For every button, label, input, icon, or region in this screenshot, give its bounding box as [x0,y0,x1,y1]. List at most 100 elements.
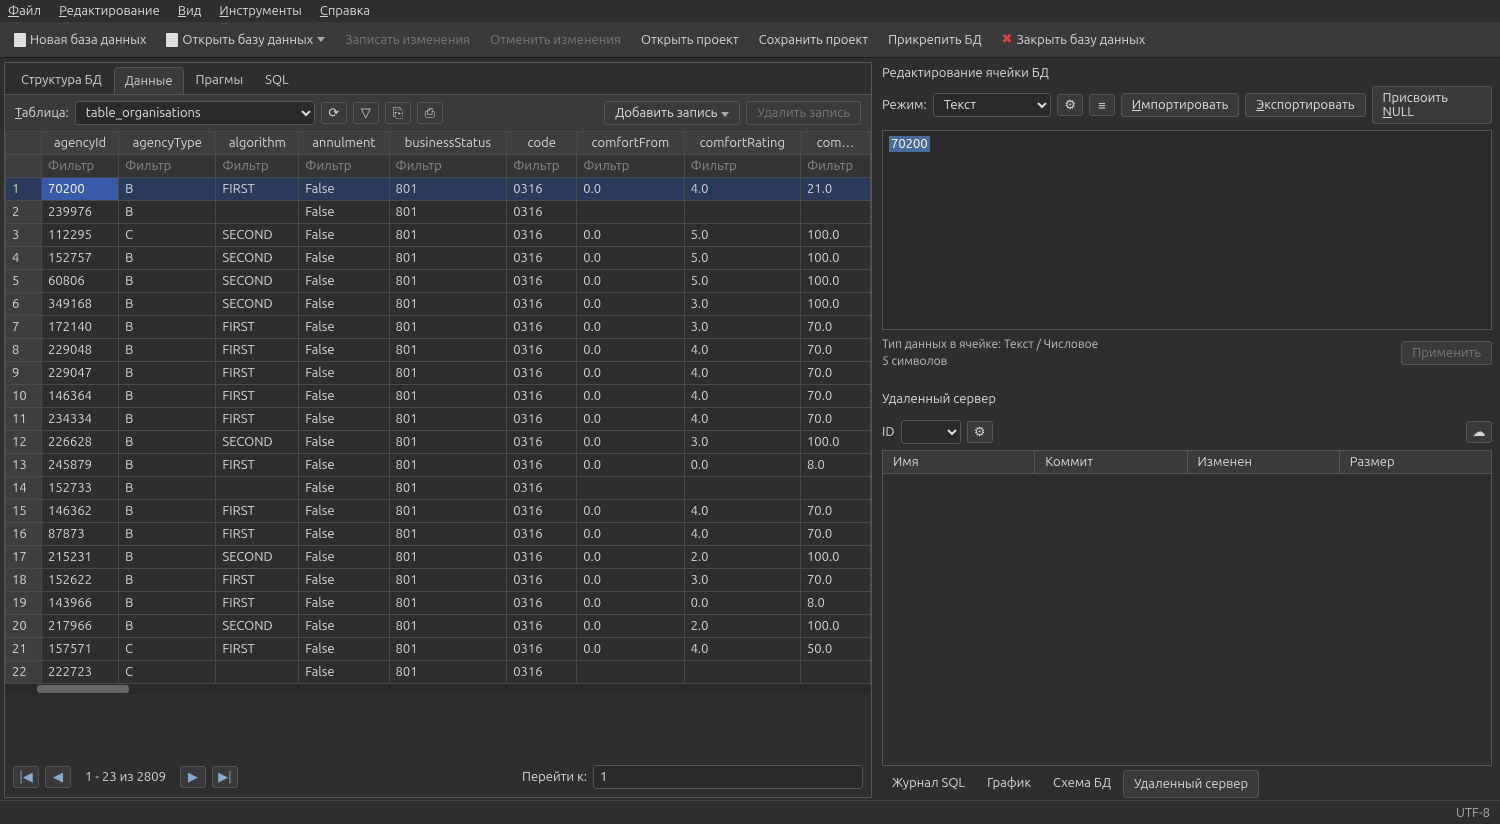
refresh-button[interactable]: ⟳ [321,102,347,124]
print-button[interactable]: ⎙ [417,102,443,124]
menu-help[interactable]: Справка [320,4,370,18]
cell[interactable]: B [119,293,216,316]
cell[interactable]: 0.0 [577,385,684,408]
column-filter[interactable]: Фильтр [389,155,507,178]
remote-push-button[interactable]: ☁ [1466,421,1492,443]
cell[interactable]: 801 [389,339,507,362]
cell[interactable]: B [119,546,216,569]
cell[interactable]: 217966 [42,615,119,638]
cell[interactable]: 801 [389,316,507,339]
cell[interactable]: 152622 [42,569,119,592]
table-row[interactable]: 560806BSECONDFalse80103160.05.0100.0 [6,270,871,293]
cell[interactable]: 100.0 [800,224,870,247]
table-row[interactable]: 15146362BFIRSTFalse80103160.04.070.0 [6,500,871,523]
cell[interactable]: 0.0 [577,638,684,661]
cell[interactable]: 0316 [507,316,577,339]
cell[interactable]: 3.0 [684,431,800,454]
cell[interactable]: 801 [389,431,507,454]
column-header[interactable]: comfortFrom [577,132,684,155]
cell[interactable]: FIRST [216,316,299,339]
cell[interactable]: 801 [389,293,507,316]
cell[interactable]: 3.0 [684,569,800,592]
column-header[interactable]: com… [800,132,870,155]
tab-sql-log[interactable]: Журнал SQL [882,770,975,798]
cell[interactable]: 0.0 [577,500,684,523]
cell[interactable]: 70.0 [800,339,870,362]
cell[interactable]: SECOND [216,615,299,638]
column-header[interactable]: comfortRating [684,132,800,155]
cell[interactable]: 146364 [42,385,119,408]
cell[interactable] [577,201,684,224]
cell[interactable]: 801 [389,638,507,661]
table-row[interactable]: 2239976BFalse8010316 [6,201,871,224]
tab-sql[interactable]: SQL [255,67,299,94]
menu-tools[interactable]: Инструменты [219,4,301,18]
remote-col-commit[interactable]: Коммит [1035,451,1187,473]
cell[interactable]: False [299,385,389,408]
cell[interactable]: FIRST [216,523,299,546]
cell[interactable]: B [119,408,216,431]
cell[interactable]: SECOND [216,224,299,247]
cell[interactable]: SECOND [216,247,299,270]
cell[interactable]: 100.0 [800,247,870,270]
cell[interactable]: 4.0 [684,385,800,408]
column-header[interactable]: code [507,132,577,155]
cell[interactable]: 70.0 [800,316,870,339]
cell[interactable]: 100.0 [800,615,870,638]
table-row[interactable]: 10146364BFIRSTFalse80103160.04.070.0 [6,385,871,408]
cell[interactable]: 0.0 [577,454,684,477]
open-project-button[interactable]: Открыть проект [635,29,745,51]
column-filter[interactable]: Фильтр [800,155,870,178]
cell[interactable] [216,477,299,500]
cell[interactable]: 0316 [507,408,577,431]
cell[interactable]: B [119,339,216,362]
set-null-button[interactable]: Присвоить NULL [1372,86,1492,124]
cell[interactable]: FIRST [216,408,299,431]
cell[interactable]: C [119,638,216,661]
cell[interactable]: 2.0 [684,615,800,638]
cell[interactable]: 0.0 [577,569,684,592]
column-filter[interactable]: Фильтр [299,155,389,178]
cell[interactable]: 0.0 [577,615,684,638]
cell[interactable]: 801 [389,454,507,477]
cell[interactable]: 0316 [507,592,577,615]
cell[interactable]: SECOND [216,546,299,569]
cell[interactable]: 70.0 [800,500,870,523]
cell[interactable]: 226628 [42,431,119,454]
cell[interactable] [684,661,800,684]
cell[interactable]: 0.0 [577,178,684,201]
cell[interactable]: 100.0 [800,270,870,293]
table-row[interactable]: 12226628BSECONDFalse80103160.03.0100.0 [6,431,871,454]
cell[interactable]: SECOND [216,431,299,454]
cell[interactable]: 70.0 [800,569,870,592]
cell[interactable]: 0316 [507,270,577,293]
cell[interactable]: 0316 [507,224,577,247]
column-header[interactable]: businessStatus [389,132,507,155]
cell[interactable]: False [299,592,389,615]
cell[interactable] [577,661,684,684]
cell[interactable]: 0316 [507,500,577,523]
cell[interactable]: 152733 [42,477,119,500]
cell[interactable]: 112295 [42,224,119,247]
import-button[interactable]: Импортировать [1121,93,1239,117]
scroll-thumb[interactable] [37,685,129,693]
table-row[interactable]: 18152622BFIRSTFalse80103160.03.070.0 [6,569,871,592]
cell[interactable]: FIRST [216,454,299,477]
cell[interactable]: 4.0 [684,339,800,362]
cell[interactable]: 229048 [42,339,119,362]
cell[interactable]: False [299,339,389,362]
last-page-button[interactable]: ▶| [212,766,238,788]
cell[interactable]: FIRST [216,178,299,201]
cell[interactable]: False [299,408,389,431]
cell[interactable]: 0316 [507,178,577,201]
cell[interactable]: False [299,500,389,523]
cell[interactable]: B [119,477,216,500]
cell[interactable]: 0316 [507,546,577,569]
cell[interactable]: False [299,615,389,638]
cell[interactable] [577,477,684,500]
cell[interactable]: 229047 [42,362,119,385]
indent-button[interactable]: ≡ [1089,94,1115,116]
tab-structure[interactable]: Структура БД [11,67,112,94]
column-filter[interactable]: Фильтр [684,155,800,178]
open-db-button[interactable]: Открыть базу данных [160,29,331,51]
